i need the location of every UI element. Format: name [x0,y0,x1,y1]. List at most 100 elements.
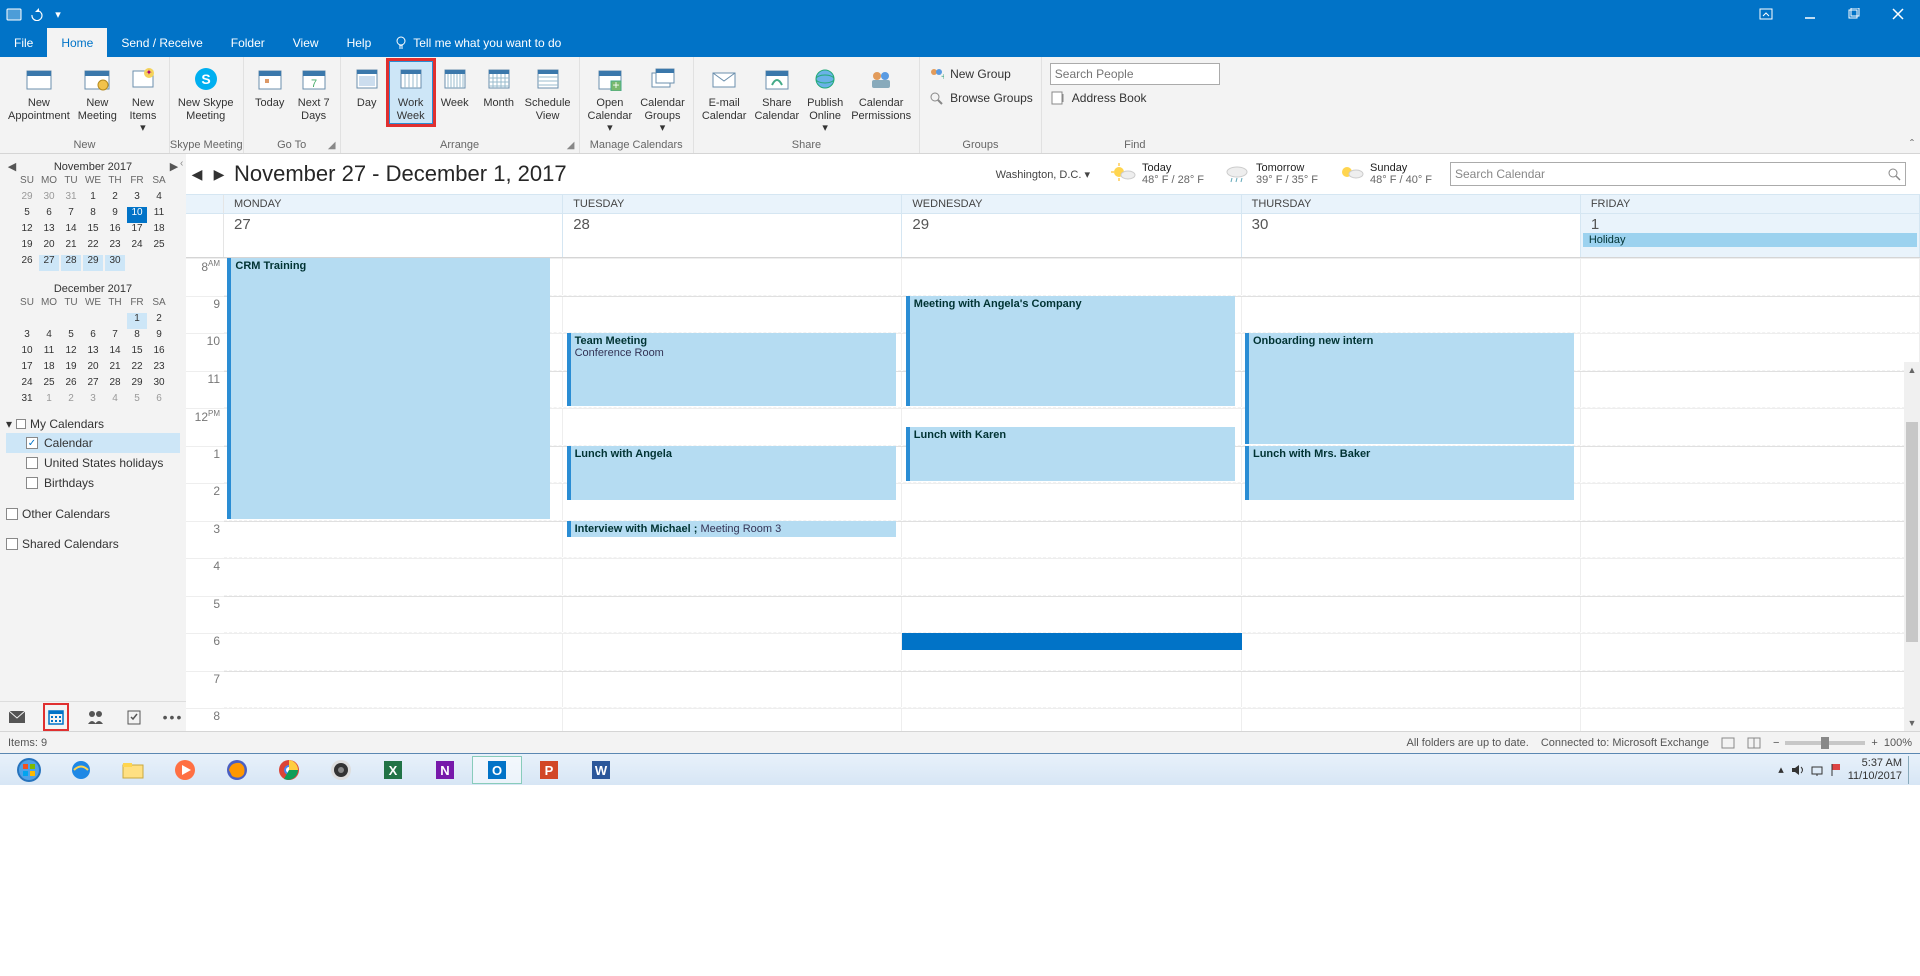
mini-cal-day[interactable]: 26 [61,377,81,393]
mini-cal-day[interactable]: 23 [149,361,169,377]
calendar-view-icon[interactable] [48,708,64,726]
share-calendar-button[interactable]: Share Calendar [750,61,803,124]
time-slot[interactable] [902,672,1241,708]
checkbox-icon[interactable] [26,477,38,489]
mini-cal-day[interactable]: 1 [83,191,103,207]
mini-cal-day[interactable]: 30 [39,191,59,207]
mini-cal-day[interactable]: 3 [127,191,147,207]
publish-online-button[interactable]: Publish Online ▾ [803,61,847,137]
time-slot[interactable] [563,297,902,333]
mini-cal-day[interactable]: 14 [61,223,81,239]
time-slot[interactable] [1242,672,1581,708]
mini-cal-day[interactable]: 1 [39,393,59,409]
show-desktop-button[interactable] [1908,756,1916,784]
calendar-permissions-button[interactable]: Calendar Permissions [847,61,915,124]
mini-cal-day[interactable]: 15 [83,223,103,239]
mini-cal-day[interactable]: 12 [61,345,81,361]
mini-cal-day[interactable]: 22 [83,239,103,255]
calendar-item[interactable]: Birthdays [6,473,180,493]
mini-cal-day[interactable]: 4 [105,393,125,409]
people-view-icon[interactable] [86,708,104,726]
mini-cal-day[interactable]: 13 [39,223,59,239]
calendar-groups-button[interactable]: Calendar Groups ▾ [636,61,689,137]
tasks-view-icon[interactable] [126,708,142,726]
allday-cell[interactable]: 1Holiday [1581,214,1920,257]
search-calendar-input[interactable]: Search Calendar [1450,162,1906,186]
time-slot[interactable] [1581,297,1920,333]
time-slot[interactable] [1242,259,1581,295]
view-reading-icon[interactable] [1747,737,1761,749]
new-skype-meeting-button[interactable]: SNew Skype Meeting [174,61,238,124]
mini-cal-day[interactable]: 21 [61,239,81,255]
new-items-button[interactable]: ✦New Items ▾ [121,61,165,137]
mini-cal-day[interactable]: 17 [17,361,37,377]
tray-network-icon[interactable] [1810,763,1824,777]
mini-cal-day[interactable]: 18 [149,223,169,239]
mini-cal-day[interactable]: 31 [17,393,37,409]
taskbar-powerpoint-icon[interactable]: P [524,756,574,784]
mini-cal-day[interactable]: 27 [39,255,59,271]
checkbox-icon[interactable] [26,457,38,469]
next-7-days-button[interactable]: 7Next 7 Days [292,61,336,124]
time-slot[interactable] [563,259,902,295]
calendar-event[interactable]: Team MeetingConference Room [567,333,896,406]
maximize-button[interactable] [1832,0,1876,28]
mini-cal-day[interactable]: 28 [61,255,81,271]
new-group-button[interactable]: +New Group [928,63,1033,85]
mini-cal-day[interactable]: 9 [149,329,169,345]
mini-cal-day[interactable]: 22 [127,361,147,377]
mini-cal-day[interactable]: 28 [105,377,125,393]
mini-cal-day[interactable]: 24 [17,377,37,393]
time-slot[interactable] [1242,297,1581,333]
taskbar-explorer-icon[interactable] [108,756,158,784]
taskbar-word-icon[interactable]: W [576,756,626,784]
vertical-scrollbar[interactable]: ▲ ▼ [1904,362,1920,731]
mini-cal-day[interactable]: 29 [17,191,37,207]
mini-cal-day[interactable]: 13 [83,345,103,361]
mini-cal-day[interactable]: 19 [61,361,81,377]
time-slot[interactable] [224,634,563,670]
mini-cal-day[interactable]: 23 [105,239,125,255]
time-slot[interactable] [224,559,563,595]
schedule-view-button[interactable]: Schedule View [521,61,575,124]
mini-cal-day[interactable]: 8 [83,207,103,223]
time-slot[interactable] [563,409,902,445]
time-slot[interactable] [902,597,1241,633]
tray-clock[interactable]: 5:37 AM11/10/2017 [1848,757,1902,781]
taskbar-ie-icon[interactable] [56,756,106,784]
mini-cal-day[interactable]: 15 [127,345,147,361]
mini-cal-day[interactable]: 2 [105,191,125,207]
browse-groups-button[interactable]: Browse Groups [928,87,1033,109]
mini-cal-day[interactable]: 4 [149,191,169,207]
mini-cal-day[interactable]: 30 [105,255,125,271]
allday-cell[interactable]: 28 [563,214,902,257]
mini-cal-day[interactable]: 10 [127,207,147,223]
time-slot[interactable] [1242,522,1581,558]
time-slot[interactable] [224,672,563,708]
minimize-button[interactable] [1788,0,1832,28]
time-slot[interactable] [224,709,563,731]
mini-cal-day[interactable]: 16 [105,223,125,239]
mini-cal-day[interactable]: 30 [149,377,169,393]
mini-cal-day[interactable]: 17 [127,223,147,239]
weather-day[interactable]: Tomorrow39° F / 35° F [1224,161,1318,187]
date-next-button[interactable]: ▶ [212,166,226,183]
mini-cal-day[interactable]: 6 [149,393,169,409]
scroll-down-icon[interactable]: ▼ [1904,715,1920,731]
taskbar-outlook-icon[interactable]: O [472,756,522,784]
mini-cal-day[interactable]: 11 [149,207,169,223]
mini-cal-day[interactable]: 7 [61,207,81,223]
zoom-slider[interactable]: − + 100% [1773,737,1912,749]
collapse-sidebar-icon[interactable]: ‹ [180,158,183,169]
my-calendars-header[interactable]: ▾My Calendars [6,415,180,433]
tab-view[interactable]: View [279,28,333,57]
day-view-button[interactable]: Day [345,61,389,112]
start-button[interactable] [4,756,54,784]
mini-cal-day[interactable]: 25 [39,377,59,393]
shared-calendars-header[interactable]: Shared Calendars [6,535,180,553]
taskbar-obs-icon[interactable] [316,756,366,784]
taskbar-excel-icon[interactable]: X [368,756,418,784]
weather-day[interactable]: Sunday48° F / 40° F [1338,161,1432,187]
weather-location[interactable]: Washington, D.C. ▾ [996,168,1090,181]
qat-customize-icon[interactable]: ▾ [50,6,66,22]
